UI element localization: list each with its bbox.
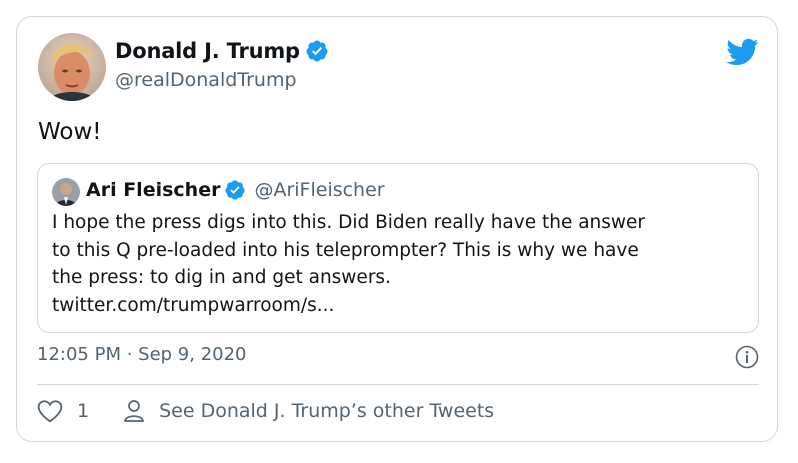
quoted-tweet[interactable]: Ari Fleischer @AriFleischer I hope the p… [37,163,759,333]
quote-text-line: I hope the press digs into this. Did Bid… [52,212,646,233]
divider [37,384,759,385]
person-icon [124,400,145,422]
quote-link[interactable]: twitter.com/trumpwarroom/s... [52,292,752,320]
quote-avatar[interactable] [52,178,80,206]
verified-badge-icon [225,180,246,200]
heart-icon[interactable] [37,399,63,423]
author-name[interactable]: Donald J. Trump [115,39,300,63]
quote-text: I hope the press digs into this. Did Bid… [52,209,752,319]
avatar[interactable] [38,33,106,101]
quote-author-name: Ari Fleischer [86,179,221,201]
quote-text-line: to this Q pre-loaded into his teleprompt… [52,239,639,261]
verified-badge-icon [306,40,328,62]
author-handle[interactable]: @realDonaldTrump [115,69,297,91]
see-other-tweets-link[interactable]: See Donald J. Trump’s other Tweets [159,400,494,422]
tweet-text: Wow! [38,119,102,145]
tweet-card[interactable]: Donald J. Trump @realDonaldTrump Wow! Ar… [16,16,778,442]
tweet-actions: 1 See Donald J. Trump’s other Tweets [37,399,494,423]
twitter-bird-icon[interactable] [725,37,759,67]
tweet-timestamp[interactable]: 12:05 PM · Sep 9, 2020 [37,344,247,365]
quote-text-line: the press: to dig in and get answers. [52,267,391,288]
quote-author-handle: @AriFleischer [254,179,385,201]
info-icon[interactable] [735,345,759,369]
like-count[interactable]: 1 [77,400,89,422]
